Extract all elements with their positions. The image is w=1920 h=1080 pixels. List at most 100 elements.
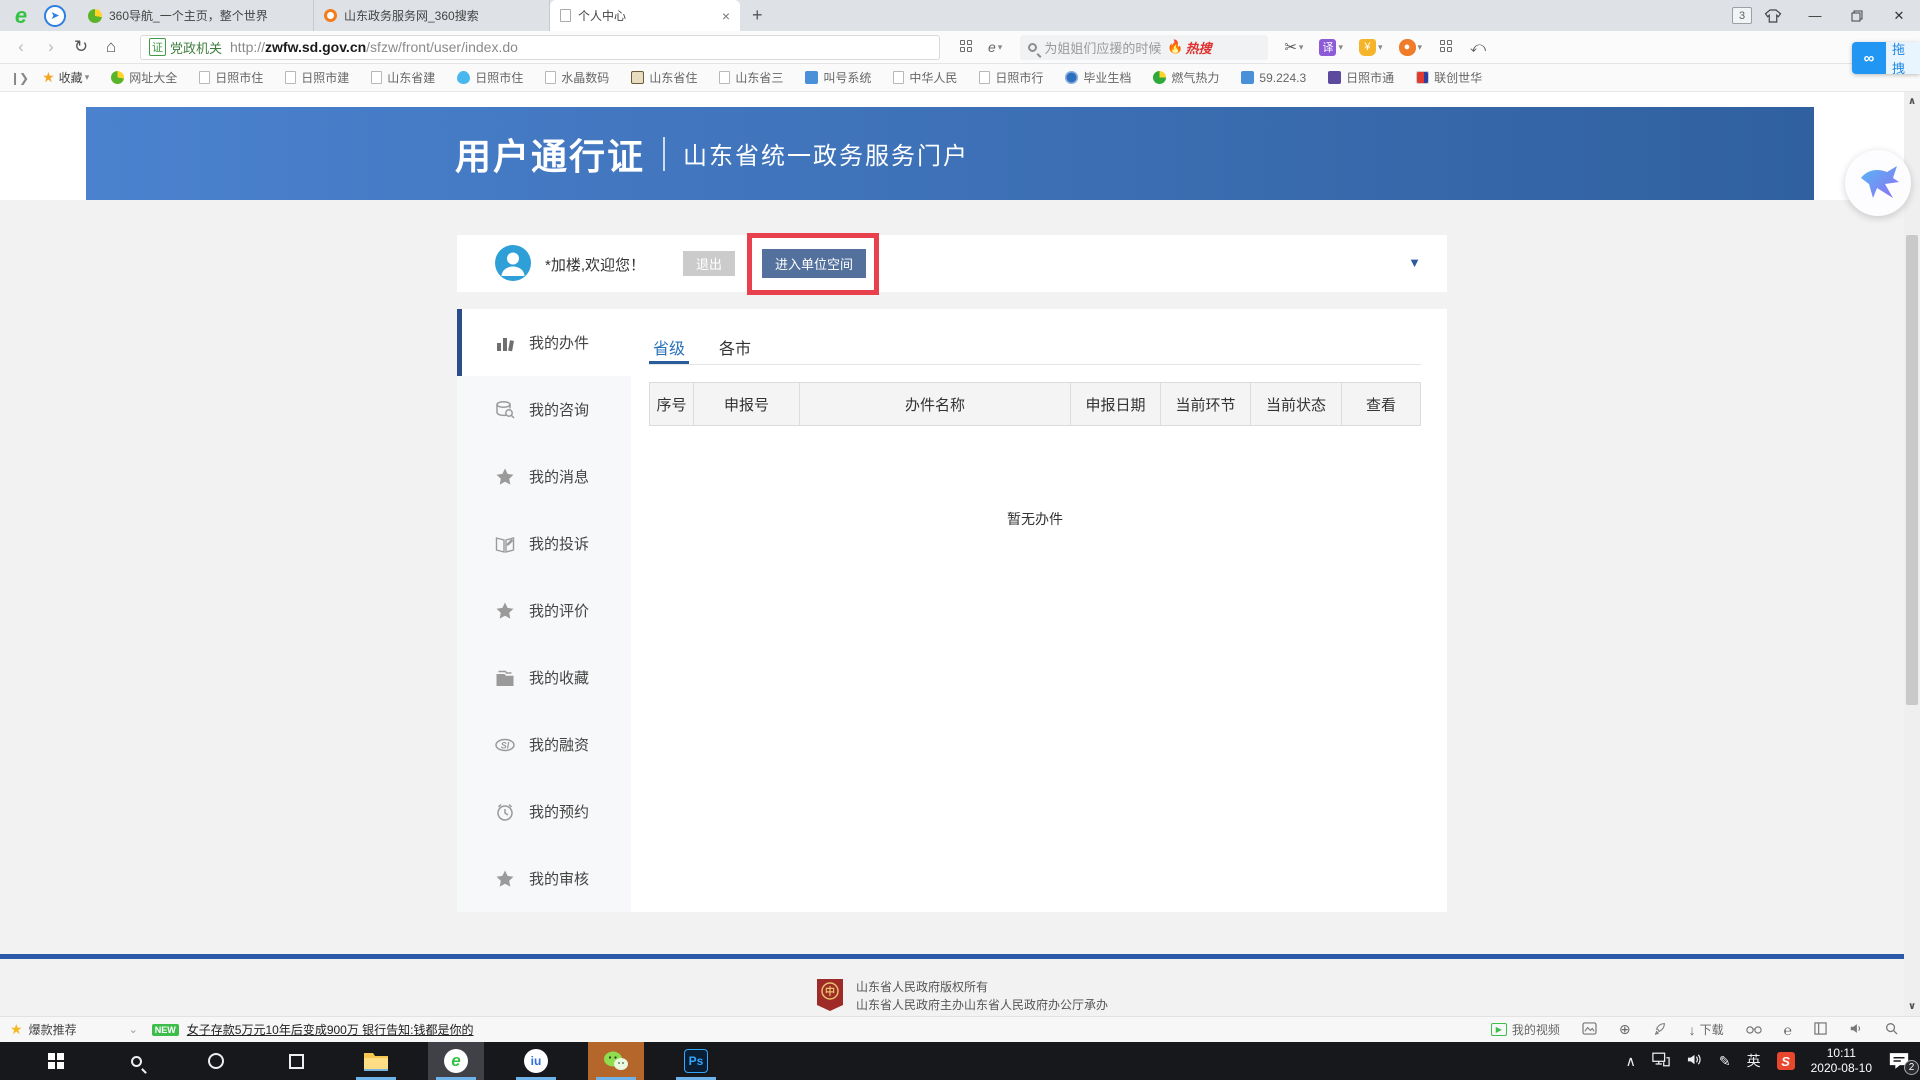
favorites-caret-icon[interactable]: ▾ — [85, 72, 90, 83]
bookmark-panel-icon[interactable]: ❙❯ — [10, 71, 28, 85]
bookmark-item[interactable]: 叫号系统 — [805, 69, 871, 86]
tray-expand-icon[interactable]: ∧ — [1626, 1053, 1636, 1070]
bookmark-favicon — [805, 71, 818, 84]
browser-tab-2[interactable]: 山东政务服务网_360搜索 — [314, 0, 550, 31]
refresh-icon[interactable]: ↻ — [66, 37, 96, 57]
task-view-button[interactable] — [268, 1042, 324, 1080]
download-button[interactable]: ↓下载 — [1689, 1021, 1724, 1038]
volume-icon[interactable] — [1686, 1052, 1703, 1070]
sidebar-item-my-consult[interactable]: 我的咨询 — [457, 376, 631, 443]
logout-button[interactable]: 退出 — [683, 251, 735, 276]
tab-provincial[interactable]: 省级 — [649, 335, 689, 364]
action-center-button[interactable]: 2 — [1888, 1051, 1912, 1071]
start-button[interactable] — [28, 1042, 84, 1080]
user-avatar[interactable] — [495, 245, 531, 281]
tab-count-badge[interactable]: 3 — [1732, 7, 1752, 24]
record-icon[interactable]: ⊕ — [1619, 1021, 1631, 1038]
bookmark-item[interactable]: 网址大全 — [111, 69, 177, 86]
bookmark-item[interactable]: 水晶数码 — [545, 69, 609, 86]
site-cert-badge[interactable]: 证 党政机关 — [149, 38, 222, 57]
sidebar-item-my-complaints[interactable]: 我的投诉 — [457, 510, 631, 577]
file-explorer-button[interactable] — [348, 1042, 404, 1080]
ie-mode-icon[interactable]: ℮ — [1784, 1022, 1792, 1038]
network-icon[interactable] — [1652, 1052, 1670, 1070]
iu-app-button[interactable]: iu — [508, 1042, 564, 1080]
bookmark-item[interactable]: 日照市建 — [285, 69, 349, 86]
wechat-button[interactable] — [588, 1042, 644, 1080]
image-icon[interactable] — [1582, 1022, 1597, 1038]
favorites-label[interactable]: 收藏 — [59, 69, 83, 86]
search-box[interactable]: 为姐姐们应援的时候 🔥热搜 — [1020, 35, 1268, 60]
new-tab-button[interactable]: + — [752, 5, 763, 26]
skin-icon[interactable] — [1752, 0, 1794, 31]
sidebar-item-my-ratings[interactable]: 我的评价 — [457, 577, 631, 644]
pen-icon[interactable]: ✎ — [1719, 1053, 1731, 1070]
tab-close-icon[interactable]: × — [722, 8, 730, 24]
enter-unit-space-button[interactable]: 进入单位空间 — [762, 249, 866, 278]
photoshop-button[interactable]: Ps — [668, 1042, 724, 1080]
restore-button[interactable] — [1836, 0, 1878, 31]
forward-icon[interactable]: › — [36, 37, 66, 57]
tab-cities[interactable]: 各市 — [715, 335, 755, 364]
back-icon[interactable]: ‹ — [6, 37, 36, 57]
netdisk-drag-widget[interactable]: ∞ 拖拽 — [1852, 42, 1920, 74]
thunder-bird-widget[interactable] — [1845, 150, 1911, 216]
reading-mode-icon[interactable] — [1746, 1022, 1762, 1038]
bookmark-item[interactable]: 日照市行 — [979, 69, 1043, 86]
hot-search-label[interactable]: 🔥热搜 — [1167, 38, 1211, 57]
close-button[interactable]: ✕ — [1878, 0, 1920, 31]
bookmark-item[interactable]: 山东省建 — [371, 69, 435, 86]
bookmark-item[interactable]: 日照市住 — [457, 69, 523, 86]
sidebar-item-my-messages[interactable]: 我的消息 — [457, 443, 631, 510]
user-dropdown-caret-icon[interactable]: ▼ — [1408, 255, 1421, 270]
bookmark-item[interactable]: 燃气热力 — [1153, 69, 1219, 86]
taskbar-clock[interactable]: 10:11 2020-08-10 — [1811, 1046, 1872, 1076]
mute-speaker-icon[interactable] — [1849, 1022, 1863, 1038]
favorites-star-icon[interactable]: ★ — [42, 69, 55, 86]
screenshot-grid-icon[interactable] — [960, 40, 974, 54]
minimize-button[interactable]: — — [1794, 0, 1836, 31]
taskbar-search-button[interactable] — [108, 1042, 164, 1080]
sidebar-item-my-financing[interactable]: SI 我的融资 — [457, 711, 631, 778]
scroll-down-icon[interactable]: ∨ — [1904, 1001, 1920, 1012]
scissors-tool[interactable]: ✂▾ — [1284, 38, 1303, 56]
home-icon[interactable]: ⌂ — [96, 37, 126, 57]
sidebar-item-my-cases[interactable]: 我的办件 — [457, 309, 631, 376]
bookmark-item[interactable]: 日照市住 — [199, 69, 263, 86]
news-headline-link[interactable]: 女子存款5万元10年后变成900万 银行告知:钱都是你的 — [187, 1021, 474, 1038]
sogou-icon[interactable]: S — [1777, 1052, 1795, 1070]
collapse-chevron-icon[interactable]: ⌄ — [129, 1023, 138, 1036]
page-scrollbar[interactable]: ∧ ∨ — [1904, 92, 1920, 1016]
sidebar-item-my-audits[interactable]: 我的审核 — [457, 845, 631, 912]
translate-tool[interactable]: 译▾ — [1319, 39, 1343, 56]
nav-compass-icon[interactable]: ➤ — [44, 5, 66, 27]
hot-picks-label[interactable]: 爆款推荐 — [29, 1021, 77, 1038]
browser-logo-icon[interactable]: e — [8, 3, 34, 29]
split-window-icon[interactable] — [1814, 1022, 1827, 1038]
cortana-button[interactable] — [188, 1042, 244, 1080]
bookmark-item[interactable]: 联创世华 — [1416, 69, 1482, 86]
wallet-tool[interactable]: ¥▾ — [1359, 39, 1383, 56]
bookmark-item[interactable]: 59.224.3 — [1241, 71, 1306, 85]
page-find-icon[interactable] — [1885, 1022, 1898, 1038]
undo-icon[interactable]: ⤺ — [1470, 39, 1486, 56]
boost-rocket-icon[interactable] — [1653, 1021, 1667, 1038]
scrollbar-thumb[interactable] — [1906, 235, 1918, 705]
bookmark-item[interactable]: 中华人民 — [893, 69, 957, 86]
bookmark-item[interactable]: 山东省三 — [719, 69, 783, 86]
browser-360-button[interactable]: e — [428, 1042, 484, 1080]
ime-indicator[interactable]: 英 — [1747, 1051, 1761, 1071]
address-bar[interactable]: 证 党政机关 http://zwfw.sd.gov.cn/sfzw/front/… — [140, 35, 940, 60]
apps-grid-icon[interactable] — [1440, 40, 1454, 54]
my-videos-button[interactable]: ▶ 我的视频 — [1491, 1021, 1560, 1038]
game-tool[interactable]: ●▾ — [1399, 39, 1423, 56]
bookmark-item[interactable]: 日照市通 — [1328, 69, 1394, 86]
bookmark-item[interactable]: 毕业生档 — [1065, 69, 1131, 86]
sidebar-item-my-appointments[interactable]: 我的预约 — [457, 778, 631, 845]
browser-tab-3-active[interactable]: 个人中心 × — [550, 0, 740, 31]
browser-tab-1[interactable]: 360导航_一个主页，整个世界 — [78, 0, 314, 31]
compat-mode-icon[interactable]: e — [988, 39, 996, 55]
bookmark-item[interactable]: 山东省住 — [631, 69, 697, 86]
sidebar-item-my-favorites[interactable]: 我的收藏 — [457, 644, 631, 711]
scroll-up-icon[interactable]: ∧ — [1904, 96, 1920, 107]
